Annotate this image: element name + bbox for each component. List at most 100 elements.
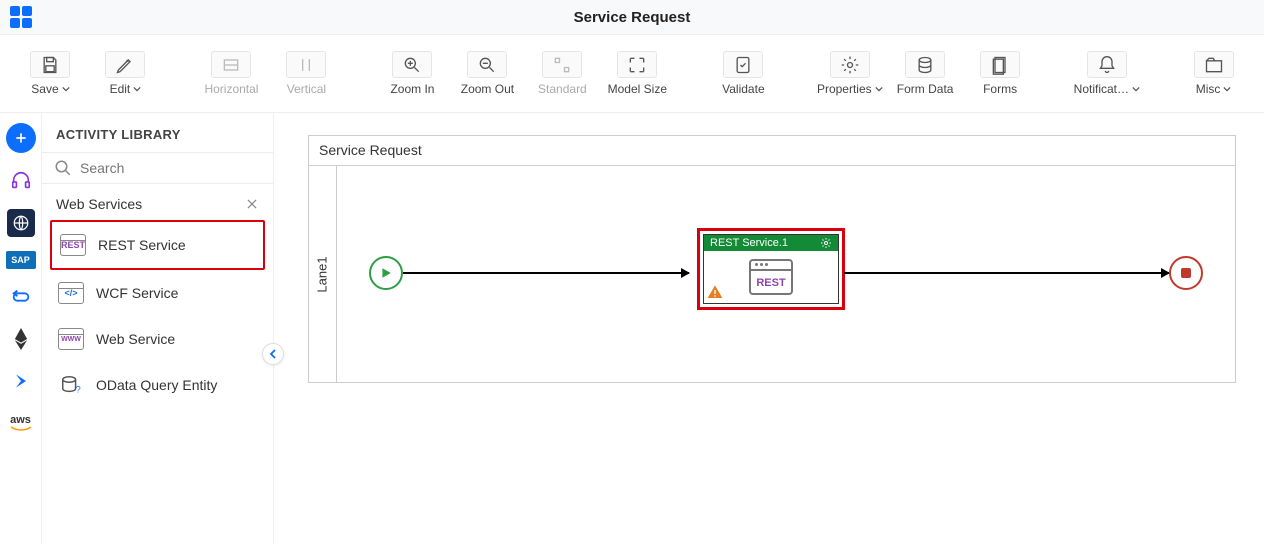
category-header: Web Services — [42, 184, 273, 220]
chevron-down-icon — [1223, 85, 1231, 93]
lane-content[interactable]: REST Service.1 REST — [337, 166, 1235, 382]
validate-icon — [723, 51, 763, 78]
zoomout-icon — [467, 51, 507, 78]
web-icon: WWW — [58, 328, 84, 350]
canvas-wrap: Service Request Lane1 REST Service.1 — [274, 113, 1264, 544]
activity-list: REST REST Service </> WCF Service WWW We… — [42, 220, 273, 408]
rest-node-title: REST Service.1 — [710, 237, 788, 249]
warning-icon — [707, 284, 723, 300]
rail-headset-icon[interactable] — [7, 167, 35, 195]
left-rail: SAP aws — [0, 113, 42, 544]
rest-icon: REST — [60, 234, 86, 256]
activity-wcf-service[interactable]: </> WCF Service — [50, 270, 265, 316]
zoomin-button[interactable]: Zoom In — [380, 45, 445, 102]
standard-button[interactable]: Standard — [530, 45, 595, 102]
page-title: Service Request — [0, 9, 1264, 26]
rail-eth-icon[interactable] — [7, 325, 35, 353]
chevron-down-icon — [133, 85, 141, 93]
misc-label: Misc — [1196, 82, 1221, 96]
edit-button[interactable]: Edit — [93, 45, 158, 102]
zoomin-label: Zoom In — [390, 82, 434, 96]
rail-sap-icon[interactable]: SAP — [6, 251, 36, 269]
vertical-button[interactable]: Vertical — [274, 45, 339, 102]
rail-globe-icon[interactable] — [7, 209, 35, 237]
toolbar: Save Edit Horizontal Vertical Zoom In Zo… — [0, 35, 1264, 113]
horizontal-icon — [211, 51, 251, 78]
edit-label: Edit — [110, 82, 131, 96]
rest-body-label: REST — [756, 277, 785, 289]
category-close-icon[interactable] — [245, 197, 259, 211]
activity-web-service[interactable]: WWW Web Service — [50, 316, 265, 362]
search-wrap — [42, 152, 273, 184]
rail-loop-icon[interactable] — [7, 283, 35, 311]
rail-aws-icon[interactable]: aws — [7, 409, 35, 437]
save-label: Save — [31, 82, 58, 96]
modelsize-button[interactable]: Model Size — [605, 45, 670, 102]
chevron-down-icon — [1132, 85, 1140, 93]
save-icon — [30, 51, 70, 78]
search-icon — [54, 159, 72, 177]
horizontal-label: Horizontal — [204, 82, 258, 96]
collapse-sidebar-button[interactable] — [262, 343, 284, 365]
svg-text:?: ? — [76, 384, 81, 394]
properties-button[interactable]: Properties — [817, 45, 883, 102]
activity-label: OData Query Entity — [96, 377, 217, 393]
standard-icon — [542, 51, 582, 78]
lane-label: Lane1 — [309, 166, 337, 382]
zoomin-icon — [392, 51, 432, 78]
modelsize-label: Model Size — [608, 82, 667, 96]
zoomout-button[interactable]: Zoom Out — [455, 45, 520, 102]
forms-label: Forms — [983, 82, 1017, 96]
zoomout-label: Zoom Out — [461, 82, 514, 96]
activity-rest-service[interactable]: REST REST Service — [50, 220, 265, 270]
sidebar-title: ACTIVITY LIBRARY — [42, 113, 273, 152]
properties-icon — [830, 51, 870, 78]
standard-label: Standard — [538, 82, 587, 96]
modelsize-icon — [617, 51, 657, 78]
activity-sidebar: ACTIVITY LIBRARY Web Services REST REST … — [42, 113, 274, 544]
edit-icon — [105, 51, 145, 78]
formdata-button[interactable]: Form Data — [893, 45, 958, 102]
header-bar: Service Request — [0, 0, 1264, 35]
rail-blob-icon[interactable] — [7, 367, 35, 395]
vertical-icon — [286, 51, 326, 78]
end-node[interactable] — [1169, 256, 1203, 290]
notifications-button[interactable]: Notificat… — [1074, 45, 1140, 102]
forms-button[interactable]: Forms — [968, 45, 1033, 102]
wcf-icon: </> — [58, 282, 84, 304]
app-logo-icon[interactable] — [10, 6, 32, 28]
connector-1[interactable] — [403, 272, 689, 274]
activity-label: REST Service — [98, 237, 186, 253]
main-area: SAP aws ACTIVITY LIBRARY Web Services — [0, 113, 1264, 544]
lane-label-text: Lane1 — [315, 256, 330, 292]
gear-icon[interactable] — [820, 237, 832, 249]
formdata-icon — [905, 51, 945, 78]
rest-node-header: REST Service.1 — [704, 235, 838, 251]
search-input[interactable] — [80, 160, 261, 176]
save-button[interactable]: Save — [18, 45, 83, 102]
formdata-label: Form Data — [897, 82, 954, 96]
chevron-down-icon — [62, 85, 70, 93]
rest-body-icon: REST — [749, 259, 793, 295]
rest-service-node[interactable]: REST Service.1 REST — [697, 228, 845, 310]
model-title: Service Request — [309, 136, 1235, 166]
rest-node-body: REST — [704, 251, 838, 303]
vertical-label: Vertical — [287, 82, 326, 96]
activity-label: WCF Service — [96, 285, 178, 301]
stop-icon — [1181, 268, 1191, 278]
misc-icon — [1194, 51, 1234, 78]
connector-2[interactable] — [844, 272, 1169, 274]
chevron-down-icon — [875, 85, 883, 93]
properties-label: Properties — [817, 82, 872, 96]
misc-button[interactable]: Misc — [1181, 45, 1246, 102]
notifications-label: Notificat… — [1074, 82, 1129, 96]
category-label: Web Services — [56, 196, 142, 212]
process-canvas[interactable]: Service Request Lane1 REST Service.1 — [308, 135, 1236, 383]
start-node[interactable] — [369, 256, 403, 290]
add-button[interactable] — [6, 123, 36, 153]
forms-icon — [980, 51, 1020, 78]
validate-label: Validate — [722, 82, 764, 96]
horizontal-button[interactable]: Horizontal — [199, 45, 264, 102]
validate-button[interactable]: Validate — [711, 45, 776, 102]
activity-odata-query[interactable]: ? OData Query Entity — [50, 362, 265, 408]
